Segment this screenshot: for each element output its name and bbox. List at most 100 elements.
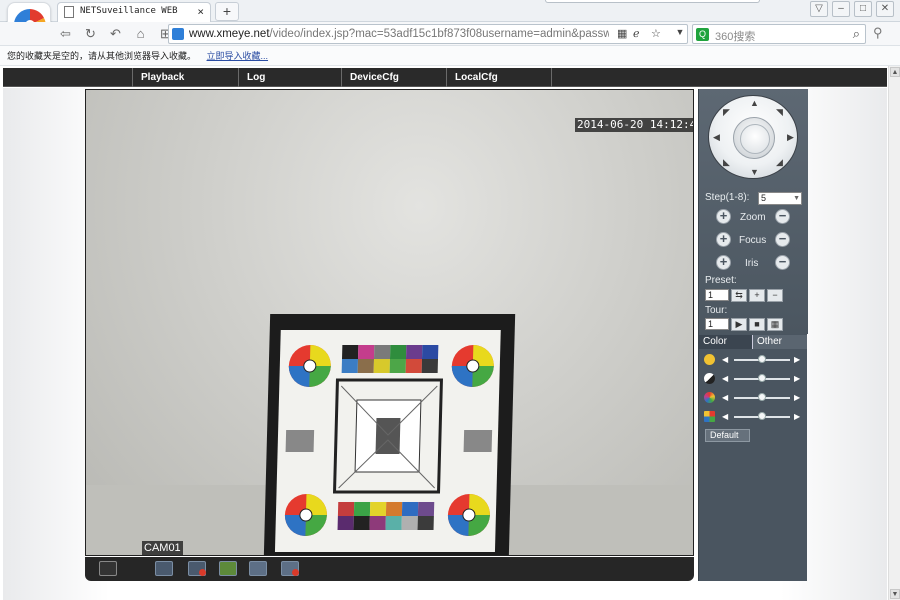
scroll-up-icon[interactable]: ▲ bbox=[890, 67, 900, 77]
nav-buttons: ⇦ ↻ ↶ ⌂ ⊞ bbox=[58, 26, 173, 42]
address-bar[interactable]: www.xmeye.net/video/index.jsp?mac=53adf1… bbox=[168, 24, 688, 44]
pan-up-right-icon[interactable]: ◥ bbox=[776, 108, 783, 117]
zoom-in-button[interactable]: + bbox=[716, 209, 731, 224]
tools-wrench-icon[interactable]: ⚲ bbox=[873, 25, 883, 41]
decrease-contrast-icon[interactable]: ◀ bbox=[722, 374, 728, 383]
maximize-icon[interactable]: □ bbox=[854, 1, 872, 17]
record-icon[interactable] bbox=[188, 561, 206, 576]
tour-input[interactable]: 1 bbox=[705, 318, 729, 330]
iris-open-button[interactable]: + bbox=[716, 255, 731, 270]
increase-hue-icon[interactable]: ▶ bbox=[794, 412, 800, 421]
stop-video-icon[interactable] bbox=[155, 561, 173, 576]
color-wheel-br bbox=[447, 494, 490, 536]
step-value: 5 bbox=[761, 193, 767, 203]
pan-down-right-icon[interactable]: ◢ bbox=[776, 158, 783, 167]
import-favorites-link[interactable]: 立即导入收藏... bbox=[207, 51, 269, 61]
saturation-knob[interactable] bbox=[758, 393, 766, 401]
menu-log[interactable]: Log bbox=[238, 68, 341, 87]
home-icon[interactable]: ⌂ bbox=[133, 26, 148, 42]
decrease-brightness-icon[interactable]: ◀ bbox=[722, 355, 728, 364]
hue-knob[interactable] bbox=[758, 412, 766, 420]
tab-other[interactable]: Other bbox=[752, 335, 807, 349]
increase-contrast-icon[interactable]: ▶ bbox=[794, 374, 800, 383]
decrease-saturation-icon[interactable]: ◀ bbox=[722, 393, 728, 402]
contrast-knob[interactable] bbox=[758, 374, 766, 382]
zoom-out-button[interactable]: − bbox=[775, 209, 790, 224]
ptz-control-panel: ▲ ▼ ◀ ▶ ◤ ◥ ◣ ◢ Step(1-8): 5 ▼ + Zoom − … bbox=[698, 89, 808, 581]
chevron-down-icon: ▼ bbox=[793, 195, 800, 202]
tour-play-button[interactable]: ▶ bbox=[731, 318, 747, 331]
search-icon[interactable]: ⌕ bbox=[853, 26, 860, 42]
favorites-bar: 您的收藏夹是空的，请从其他浏览器导入收藏。 立即导入收藏... bbox=[0, 46, 900, 66]
focus-in-button[interactable]: + bbox=[716, 232, 731, 247]
decrease-hue-icon[interactable]: ◀ bbox=[722, 412, 728, 421]
pan-left-icon[interactable]: ◀ bbox=[713, 133, 720, 142]
tab-color[interactable]: Color bbox=[699, 335, 753, 349]
local-record-icon[interactable] bbox=[281, 561, 299, 576]
color-wheel-tl bbox=[288, 345, 331, 387]
increase-saturation-icon[interactable]: ▶ bbox=[794, 393, 800, 402]
browser-tab-bar: NETSuveillance WEB × + ▽ – □ ✕ bbox=[0, 0, 900, 22]
snapshot-icon[interactable] bbox=[219, 561, 237, 576]
pan-down-icon[interactable]: ▼ bbox=[750, 168, 759, 177]
url-path: /video/index.jsp?mac=53adf15c1bf873f08us… bbox=[269, 28, 609, 40]
zoom-label: Zoom bbox=[740, 212, 766, 223]
search-placeholder: 360搜索 bbox=[715, 31, 756, 43]
goto-preset-button[interactable]: ⇆ bbox=[731, 289, 747, 302]
pan-right-icon[interactable]: ▶ bbox=[787, 133, 794, 142]
browser-toolbar: ⇦ ↻ ↶ ⌂ ⊞ www.xmeye.net/video/index.jsp?… bbox=[0, 22, 900, 46]
contrast-slider-row: ◀ ▶ bbox=[704, 373, 804, 385]
iris-close-button[interactable]: − bbox=[775, 255, 790, 270]
increase-brightness-icon[interactable]: ▶ bbox=[794, 355, 800, 364]
tour-grid-button[interactable]: ▦ bbox=[767, 318, 783, 331]
osd-camera-label: CAM01 bbox=[142, 541, 183, 555]
add-preset-button[interactable]: + bbox=[749, 289, 765, 302]
brightness-slider-row: ◀ ▶ bbox=[704, 354, 804, 366]
qrcode-icon[interactable]: ▦ bbox=[617, 27, 627, 40]
step-select[interactable]: 5 ▼ bbox=[758, 192, 802, 205]
color-wheel-tr bbox=[451, 345, 494, 387]
url-text[interactable]: www.xmeye.net/video/index.jsp?mac=53adf1… bbox=[189, 28, 609, 40]
close-window-icon[interactable]: ✕ bbox=[876, 1, 894, 17]
back-icon[interactable]: ⇦ bbox=[58, 26, 73, 42]
focus-out-button[interactable]: − bbox=[775, 232, 790, 247]
search-engine-logo-icon[interactable]: Q bbox=[696, 28, 709, 41]
ptz-joystick[interactable]: ▲ ▼ ◀ ▶ ◤ ◥ ◣ ◢ bbox=[708, 95, 798, 179]
contrast-icon bbox=[704, 373, 715, 384]
test-chart-card bbox=[274, 330, 501, 552]
url-host: www.xmeye.net bbox=[189, 28, 270, 40]
page-scrollbar[interactable]: ▲ ▼ bbox=[888, 66, 900, 600]
video-viewport[interactable]: 2014-06-20 14:12:46 星期五 CAM01 bbox=[85, 89, 694, 556]
remove-preset-button[interactable]: − bbox=[767, 289, 783, 302]
pan-up-left-icon[interactable]: ◤ bbox=[723, 108, 730, 117]
scroll-down-icon[interactable]: ▼ bbox=[890, 589, 900, 599]
close-tab-icon[interactable]: × bbox=[197, 5, 204, 18]
undo-icon[interactable]: ↶ bbox=[108, 26, 123, 42]
skin-icon[interactable]: ▽ bbox=[810, 1, 828, 17]
talk-icon[interactable] bbox=[249, 561, 267, 576]
app-menu-bar: Playback Log DeviceCfg LocalCfg bbox=[3, 68, 887, 87]
pan-down-left-icon[interactable]: ◣ bbox=[723, 158, 730, 167]
pan-up-icon[interactable]: ▲ bbox=[750, 99, 759, 108]
default-button[interactable]: Default bbox=[705, 429, 750, 442]
ptz-center-button[interactable] bbox=[733, 117, 775, 159]
step-label: Step(1-8): bbox=[705, 192, 750, 203]
tour-stop-button[interactable]: ■ bbox=[749, 318, 765, 331]
new-tab-button[interactable]: + bbox=[215, 2, 239, 21]
tour-label: Tour: bbox=[705, 305, 728, 316]
menu-devicecfg[interactable]: DeviceCfg bbox=[341, 68, 446, 87]
address-dropdown-icon[interactable]: ▼ bbox=[672, 24, 688, 40]
preset-input[interactable]: 1 bbox=[705, 289, 729, 301]
menu-playback[interactable]: Playback bbox=[132, 68, 238, 87]
menu-localcfg[interactable]: LocalCfg bbox=[446, 68, 552, 87]
search-box[interactable]: Q 360搜索 ⌕ bbox=[692, 24, 866, 44]
bookmark-star-icon[interactable]: ☆ bbox=[651, 27, 661, 40]
brightness-knob[interactable] bbox=[758, 355, 766, 363]
browser-tab[interactable]: NETSuveillance WEB × bbox=[57, 2, 211, 22]
refresh-icon[interactable]: ↻ bbox=[83, 26, 98, 42]
preset-label: Preset: bbox=[705, 275, 737, 286]
saturation-icon bbox=[704, 392, 715, 403]
fullscreen-icon[interactable] bbox=[99, 561, 117, 576]
ie-mode-icon[interactable]: ℯ bbox=[633, 27, 640, 40]
minimize-icon[interactable]: – bbox=[832, 1, 850, 17]
